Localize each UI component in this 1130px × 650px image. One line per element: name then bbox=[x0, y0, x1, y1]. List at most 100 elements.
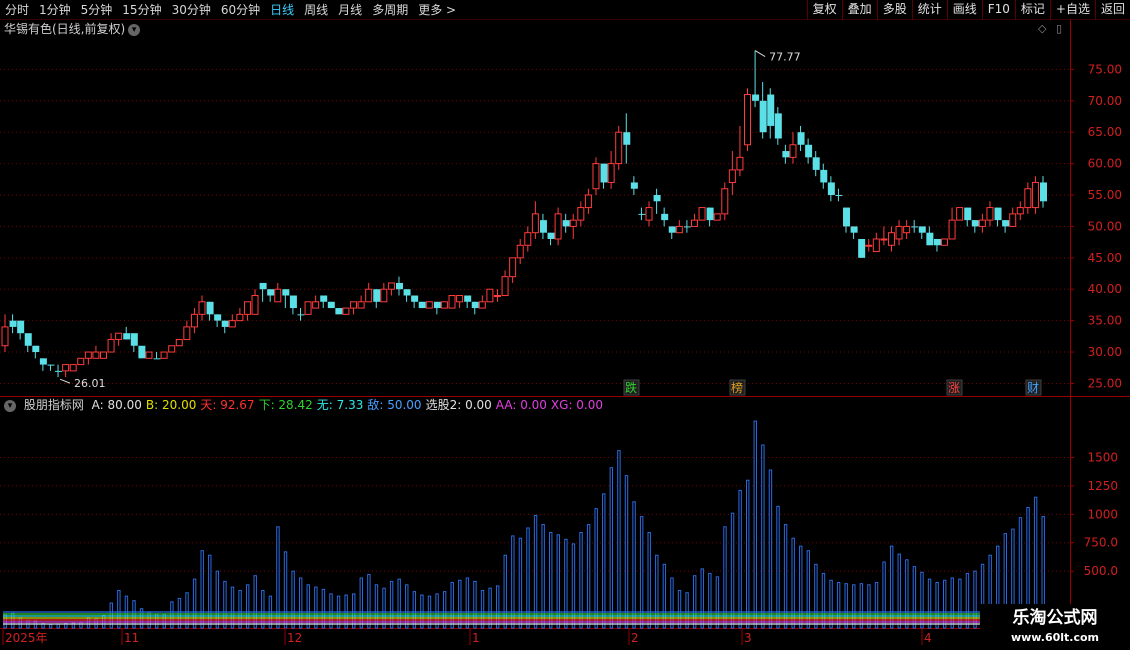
candle-body bbox=[62, 364, 70, 372]
volume-bar bbox=[435, 593, 439, 629]
toolbar-button-7[interactable]: +自选 bbox=[1049, 0, 1095, 20]
candle-body bbox=[304, 301, 312, 315]
volume-bar bbox=[738, 489, 742, 629]
candle-body bbox=[153, 358, 161, 360]
candle-body bbox=[327, 301, 335, 309]
candle-body bbox=[835, 195, 843, 197]
candle-body bbox=[440, 301, 448, 309]
candle-body bbox=[493, 295, 501, 298]
candle-body bbox=[357, 301, 365, 309]
candle-body bbox=[895, 225, 903, 240]
toolbar-button-0[interactable]: 复权 bbox=[806, 0, 842, 20]
candle-body bbox=[562, 220, 570, 227]
candle-body bbox=[843, 207, 851, 227]
toolbar-button-5[interactable]: F10 bbox=[981, 0, 1015, 20]
indicator-header[interactable]: ▾ 股朋指标网 A: 80.00 B: 20.00 天: 92.67 下: 28.42… bbox=[4, 397, 607, 413]
candle-body bbox=[736, 156, 744, 171]
period-tab-2[interactable]: 5分钟 bbox=[76, 0, 118, 20]
candle-body bbox=[789, 144, 797, 158]
candle-body bbox=[175, 338, 183, 347]
candle-body bbox=[865, 244, 873, 247]
period-tab-4[interactable]: 30分钟 bbox=[167, 0, 216, 20]
candle-body bbox=[403, 289, 411, 296]
candle-body bbox=[24, 333, 32, 346]
volume-tick-label: 1250 bbox=[1087, 479, 1118, 493]
volume-bar bbox=[276, 526, 280, 629]
toolbar-button-4[interactable]: 画线 bbox=[946, 0, 982, 20]
toolbar-button-3[interactable]: 统计 bbox=[911, 0, 947, 20]
volume-bar bbox=[655, 554, 659, 629]
candle-body bbox=[478, 301, 486, 309]
diamond-icon[interactable]: ◇ bbox=[1038, 22, 1046, 35]
volume-bar bbox=[602, 493, 606, 629]
period-tab-3[interactable]: 15分钟 bbox=[117, 0, 166, 20]
candle-body bbox=[956, 207, 964, 221]
candle-body bbox=[630, 182, 638, 189]
candle-body bbox=[554, 213, 562, 240]
candle-body bbox=[350, 301, 358, 309]
candle-body bbox=[539, 220, 547, 233]
chevron-down-icon[interactable]: ▾ bbox=[4, 399, 16, 412]
period-tab-6[interactable]: 日线 bbox=[265, 0, 299, 20]
candle-body bbox=[418, 301, 426, 309]
candle-body bbox=[880, 238, 888, 241]
candle-body bbox=[577, 207, 585, 221]
chevron-down-icon[interactable]: ▾ bbox=[128, 23, 141, 36]
candle-body bbox=[228, 320, 236, 328]
candle-body bbox=[721, 188, 729, 215]
kline-chart[interactable]: 75.00 70.00 65.00 60.00 55.00 50.00 45.00 40.00… bbox=[0, 0, 1130, 650]
candle-body bbox=[713, 213, 721, 221]
stock-title[interactable]: 华锡有色(日线,前复权) ▾ bbox=[4, 21, 141, 37]
candle-body bbox=[312, 301, 320, 309]
candle-body bbox=[1, 326, 9, 347]
candle-body bbox=[39, 358, 47, 365]
candle-body bbox=[160, 351, 168, 359]
candle-body bbox=[933, 238, 941, 246]
volume-bar bbox=[624, 475, 629, 629]
candle-body bbox=[728, 169, 736, 183]
candle-body bbox=[827, 182, 835, 196]
volume-bar bbox=[730, 512, 735, 629]
candle-body bbox=[638, 213, 646, 215]
candle-body bbox=[471, 301, 479, 309]
toolbar-button-1[interactable]: 叠加 bbox=[841, 0, 877, 20]
candle-body bbox=[752, 94, 760, 101]
period-tab-10[interactable]: 更多 > bbox=[413, 0, 461, 20]
period-tab-1[interactable]: 1分钟 bbox=[34, 0, 76, 20]
indicator-name: 股朋指标网 bbox=[23, 398, 84, 412]
candle-body bbox=[782, 151, 790, 158]
event-tag-3: 财 bbox=[1027, 381, 1039, 395]
candle-body bbox=[820, 169, 828, 183]
toolbar-button-8[interactable]: 返回 bbox=[1094, 0, 1130, 20]
date-label: 4 bbox=[924, 631, 932, 645]
candle-body bbox=[289, 295, 297, 309]
volume-bar bbox=[609, 467, 614, 629]
candle-body bbox=[335, 308, 343, 315]
period-tab-7[interactable]: 周线 bbox=[299, 0, 333, 20]
candle-body bbox=[99, 351, 107, 359]
toolbar-button-6[interactable]: 标记 bbox=[1014, 0, 1050, 20]
period-tab-0[interactable]: 分时 bbox=[0, 0, 34, 20]
maximize-icon[interactable]: ▯ bbox=[1056, 22, 1062, 35]
candle-body bbox=[1002, 220, 1010, 227]
indicator-value-5: 敌: 50.00 bbox=[367, 398, 422, 412]
date-label: 11 bbox=[124, 631, 139, 645]
candle-body bbox=[903, 225, 911, 234]
candle-body bbox=[759, 100, 767, 133]
candle-body bbox=[607, 163, 615, 183]
period-tab-9[interactable]: 多周期 bbox=[367, 0, 413, 20]
event-tag-2: 涨 bbox=[948, 380, 960, 395]
candle-body bbox=[661, 213, 669, 221]
candle-body bbox=[274, 288, 282, 303]
volume-bar bbox=[897, 553, 901, 629]
toolbar-button-2[interactable]: 多股 bbox=[876, 0, 912, 20]
candle-body bbox=[805, 144, 813, 158]
period-tab-8[interactable]: 月线 bbox=[333, 0, 367, 20]
candle-body bbox=[948, 219, 956, 240]
period-tab-5[interactable]: 60分钟 bbox=[216, 0, 265, 20]
candle-body bbox=[918, 226, 926, 233]
volume-bar bbox=[746, 479, 750, 629]
candle-body bbox=[744, 94, 752, 146]
candle-body bbox=[623, 132, 631, 145]
panel-icons: ◇ ▯ bbox=[1038, 22, 1062, 35]
